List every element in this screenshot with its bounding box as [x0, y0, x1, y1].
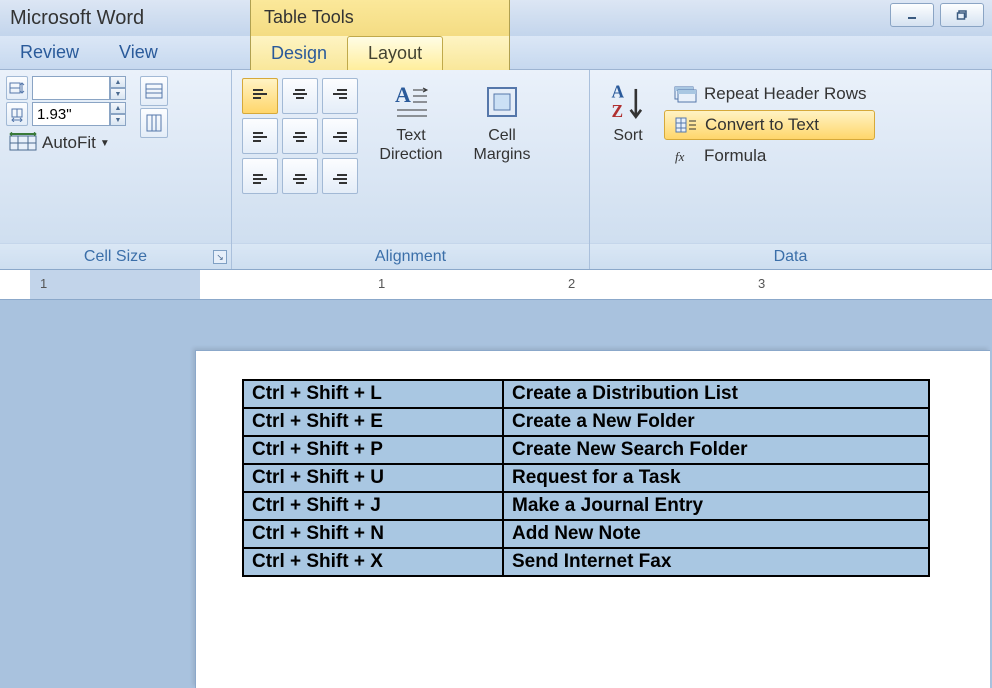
- shortcut-cell[interactable]: Ctrl + Shift + E: [243, 408, 503, 436]
- action-cell[interactable]: Send Internet Fax: [503, 548, 929, 576]
- formula-icon: fx: [672, 146, 698, 166]
- svg-text:A: A: [395, 82, 411, 107]
- align-mid-center[interactable]: [282, 118, 318, 154]
- sort-button[interactable]: AZ Sort: [600, 78, 656, 149]
- col-width-down[interactable]: ▼: [110, 114, 126, 126]
- autofit-button[interactable]: AutoFit ▼: [6, 130, 126, 156]
- tab-design[interactable]: Design: [251, 37, 347, 70]
- tab-view[interactable]: View: [99, 36, 178, 69]
- group-label-alignment: Alignment: [232, 243, 589, 269]
- restore-button[interactable]: [940, 3, 984, 27]
- minimize-button[interactable]: [890, 3, 934, 27]
- shortcut-cell[interactable]: Ctrl + Shift + L: [243, 380, 503, 408]
- repeat-header-label: Repeat Header Rows: [704, 84, 867, 104]
- align-bot-right[interactable]: [322, 158, 358, 194]
- action-cell[interactable]: Create a New Folder: [503, 408, 929, 436]
- cell-margins-icon: [482, 82, 522, 122]
- align-top-right[interactable]: [322, 78, 358, 114]
- convert-to-text-icon: [673, 115, 699, 135]
- row-height-up[interactable]: ▲: [110, 76, 126, 88]
- repeat-header-rows-button[interactable]: Repeat Header Rows: [664, 80, 875, 108]
- align-mid-right[interactable]: [322, 118, 358, 154]
- convert-to-text-label: Convert to Text: [705, 115, 819, 135]
- align-mid-left[interactable]: [242, 118, 278, 154]
- shortcut-cell[interactable]: Ctrl + Shift + U: [243, 464, 503, 492]
- contextual-tab-title: Table Tools: [264, 7, 354, 28]
- table-row[interactable]: Ctrl + Shift + XSend Internet Fax: [243, 548, 929, 576]
- distribute-cols-button[interactable]: [140, 108, 168, 138]
- text-direction-label: Text Direction: [376, 126, 446, 164]
- align-top-center[interactable]: [282, 78, 318, 114]
- shortcut-cell[interactable]: Ctrl + Shift + X: [243, 548, 503, 576]
- sort-label: Sort: [613, 126, 642, 145]
- text-direction-icon: A: [391, 82, 431, 122]
- shortcut-cell[interactable]: Ctrl + Shift + N: [243, 520, 503, 548]
- group-label-cell-size: Cell Size ↘: [0, 243, 231, 269]
- formula-button[interactable]: fx Formula: [664, 142, 875, 170]
- action-cell[interactable]: Add New Note: [503, 520, 929, 548]
- action-cell[interactable]: Create New Search Folder: [503, 436, 929, 464]
- tab-review[interactable]: Review: [0, 36, 99, 69]
- repeat-header-icon: [672, 84, 698, 104]
- svg-text:Z: Z: [611, 102, 623, 121]
- formula-label: Formula: [704, 146, 766, 166]
- cell-margins-button[interactable]: Cell Margins: [464, 78, 540, 168]
- alignment-grid: [242, 78, 358, 194]
- autofit-icon: [8, 132, 38, 154]
- distribute-rows-button[interactable]: [140, 76, 168, 106]
- svg-text:fx: fx: [675, 149, 685, 164]
- col-width-icon[interactable]: [6, 102, 28, 126]
- cell-margins-label: Cell Margins: [472, 126, 532, 164]
- action-cell[interactable]: Request for a Task: [503, 464, 929, 492]
- tab-layout[interactable]: Layout: [347, 36, 443, 70]
- table-row[interactable]: Ctrl + Shift + URequest for a Task: [243, 464, 929, 492]
- row-height-input[interactable]: [32, 76, 110, 100]
- ribbon-tabs: Review View Design Layout: [0, 36, 992, 70]
- align-bot-center[interactable]: [282, 158, 318, 194]
- title-bar: Microsoft Word Table Tools: [0, 0, 992, 36]
- group-label-data: Data: [590, 243, 991, 269]
- document-area: Ctrl + Shift + LCreate a Distribution Li…: [0, 300, 992, 688]
- table-row[interactable]: Ctrl + Shift + LCreate a Distribution Li…: [243, 380, 929, 408]
- col-width-input[interactable]: [32, 102, 110, 126]
- sort-icon: AZ: [608, 82, 648, 122]
- table-row[interactable]: Ctrl + Shift + ECreate a New Folder: [243, 408, 929, 436]
- align-bot-left[interactable]: [242, 158, 278, 194]
- group-data: AZ Sort Repeat Header Rows Convert to Te…: [590, 70, 992, 269]
- dropdown-arrow-icon: ▼: [100, 138, 110, 149]
- horizontal-ruler[interactable]: 1 1 2 3: [0, 270, 992, 300]
- svg-text:A: A: [611, 83, 624, 102]
- action-cell[interactable]: Create a Distribution List: [503, 380, 929, 408]
- page[interactable]: Ctrl + Shift + LCreate a Distribution Li…: [195, 350, 990, 688]
- table-row[interactable]: Ctrl + Shift + NAdd New Note: [243, 520, 929, 548]
- convert-to-text-button[interactable]: Convert to Text: [664, 110, 875, 140]
- cell-size-dialog-launcher[interactable]: ↘: [213, 250, 227, 264]
- text-direction-button[interactable]: A Text Direction: [368, 78, 454, 168]
- row-height-down[interactable]: ▼: [110, 88, 126, 100]
- table-row[interactable]: Ctrl + Shift + JMake a Journal Entry: [243, 492, 929, 520]
- autofit-label: AutoFit: [42, 133, 96, 153]
- table-row[interactable]: Ctrl + Shift + PCreate New Search Folder: [243, 436, 929, 464]
- row-height-icon[interactable]: [6, 76, 28, 100]
- group-alignment: A Text Direction Cell Margins Alignment: [232, 70, 590, 269]
- action-cell[interactable]: Make a Journal Entry: [503, 492, 929, 520]
- shortcut-table[interactable]: Ctrl + Shift + LCreate a Distribution Li…: [242, 379, 930, 577]
- ribbon: ▲ ▼ ▲ ▼: [0, 70, 992, 270]
- group-cell-size: ▲ ▼ ▲ ▼: [0, 70, 232, 269]
- shortcut-cell[interactable]: Ctrl + Shift + J: [243, 492, 503, 520]
- align-top-left[interactable]: [242, 78, 278, 114]
- col-width-up[interactable]: ▲: [110, 102, 126, 114]
- shortcut-cell[interactable]: Ctrl + Shift + P: [243, 436, 503, 464]
- app-title: Microsoft Word: [0, 7, 144, 30]
